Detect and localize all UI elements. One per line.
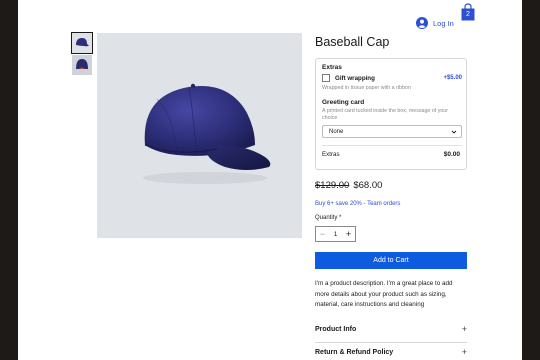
add-to-cart-button[interactable]: Add to Cart xyxy=(315,252,467,269)
accordion-label: Product Info xyxy=(315,326,357,333)
extras-divider xyxy=(322,145,462,146)
gift-wrapping-checkbox[interactable] xyxy=(322,74,330,82)
greeting-card-select[interactable]: None xyxy=(322,125,462,138)
greeting-card-description: A printed card tucked inside the box, me… xyxy=(322,108,449,121)
plus-icon[interactable]: + xyxy=(342,227,355,241)
quantity-value[interactable]: 1 xyxy=(329,231,342,238)
gift-wrapping-option[interactable]: Gift wrapping +$5.00 xyxy=(322,74,462,83)
gift-wrapping-price: +$5.00 xyxy=(443,75,462,81)
extras-total-value: $0.00 xyxy=(443,151,460,158)
cart-button[interactable]: 2 xyxy=(460,3,476,21)
login-button[interactable]: Log In xyxy=(416,16,454,30)
greeting-card-select-value: None xyxy=(329,129,344,135)
gift-wrapping-description: Wrapped in tissue paper with a ribbon xyxy=(322,85,411,91)
chevron-down-icon xyxy=(451,130,457,134)
baseball-cap-image xyxy=(143,83,271,184)
product-description: I'm a product description. I'm a great p… xyxy=(315,280,453,308)
product-page: Log In 2 Baseball Cap Extras Gift wrappi… xyxy=(18,0,522,360)
minus-icon[interactable]: − xyxy=(316,227,329,241)
bulk-offer-link[interactable]: Buy 6+ save 20% - Team orders xyxy=(315,201,400,207)
quantity-label: Quantity * xyxy=(315,215,342,221)
gift-wrapping-label: Gift wrapping xyxy=(335,75,375,82)
cart-count-badge: 2 xyxy=(466,11,470,18)
plus-icon: + xyxy=(461,324,467,334)
user-icon xyxy=(416,17,428,29)
plus-icon: + xyxy=(461,347,467,357)
thumbnail-front[interactable] xyxy=(71,32,93,54)
thumbnail-back[interactable] xyxy=(72,55,92,75)
login-label: Log In xyxy=(433,18,454,28)
extras-box: Extras Gift wrapping +$5.00 Wrapped in t… xyxy=(315,58,467,170)
extras-total-label: Extras xyxy=(322,151,340,158)
cap-thumbnail-image xyxy=(72,33,92,53)
sale-price: $68.00 xyxy=(353,180,383,191)
accordion-label: Return & Refund Policy xyxy=(315,349,394,356)
accordion-divider xyxy=(315,342,467,343)
product-main-image xyxy=(97,33,302,238)
greeting-card-title: Greeting card xyxy=(322,99,365,106)
extras-title: Extras xyxy=(322,64,342,71)
quantity-stepper[interactable]: − 1 + xyxy=(315,226,356,242)
original-price: $129.00 xyxy=(315,180,350,191)
price-row: $129.00 $68.00 xyxy=(315,180,382,191)
accordion-return-policy[interactable]: Return & Refund Policy + xyxy=(315,347,467,360)
product-title: Baseball Cap xyxy=(315,35,390,49)
accordion-product-info[interactable]: Product Info + xyxy=(315,324,467,338)
cap-back-thumbnail-image xyxy=(72,55,92,75)
